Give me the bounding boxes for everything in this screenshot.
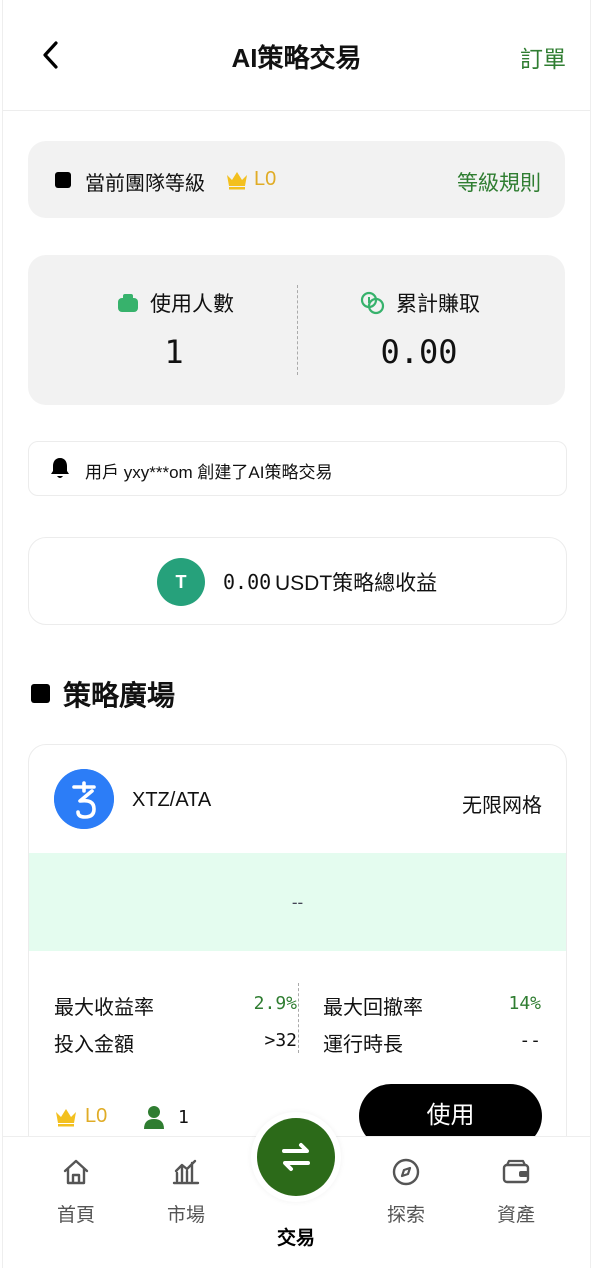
trade-fab-circle — [257, 1118, 335, 1196]
max-drawdown-label: 最大回撤率 — [323, 997, 423, 1019]
coins-icon — [360, 291, 385, 315]
team-level-label: 當前團隊等級 — [85, 173, 205, 195]
stats-card: 使用人數 1 累計賺取 0.00 — [28, 255, 565, 405]
page: AI策略交易 訂單 當前團隊等級 L0 等級規則 使用人數 1 累計賺取 0.0… — [2, 0, 591, 1269]
activity-notice: 用戶 yxy***om 創建了AI策略交易 — [28, 441, 567, 496]
earned-label: 累計賺取 — [396, 293, 480, 316]
investment-label: 投入金額 — [54, 1034, 134, 1056]
team-level-card: 當前團隊等級 L0 等級規則 — [28, 141, 565, 218]
strategy-chart-area: -- — [29, 853, 566, 951]
total-profit-card: T 0.00 USDT策略總收益 — [28, 537, 567, 625]
strategy-type: 无限网格 — [462, 795, 542, 817]
user-count-icon — [118, 294, 138, 312]
users-label: 使用人數 — [150, 293, 234, 316]
swap-icon — [282, 1143, 310, 1171]
strategy-user-count: 1 — [178, 1107, 189, 1128]
wallet-icon — [502, 1159, 530, 1184]
users-value: 1 — [164, 333, 184, 371]
nav-label-trade: 交易 — [276, 1228, 315, 1249]
nav-item-trade[interactable]: 交易 — [251, 1112, 341, 1250]
total-profit-amount: 0.00 — [223, 570, 272, 594]
max-drawdown-value: 14% — [508, 993, 541, 1014]
bottom-nav: 首頁 市場 交易 探索 資產 — [3, 1112, 590, 1269]
investment-value: >32 — [264, 1030, 297, 1051]
top-bar: AI策略交易 訂單 — [3, 0, 590, 111]
max-return-value: 2.9% — [253, 993, 297, 1014]
usdt-coin-icon: T — [157, 558, 205, 606]
team-level-value: L0 — [254, 168, 277, 190]
level-rules-link[interactable]: 等級規則 — [457, 167, 541, 197]
total-profit-label: USDT策略總收益 — [275, 572, 438, 595]
crown-icon — [56, 1109, 76, 1127]
compass-icon — [392, 1158, 420, 1186]
earned-value: 0.00 — [380, 333, 458, 371]
stats-divider — [297, 285, 298, 375]
chart-placeholder: -- — [291, 893, 304, 912]
earned-header: 累計賺取 — [360, 288, 480, 318]
orders-link[interactable]: 訂單 — [520, 40, 566, 74]
metrics-divider — [298, 983, 299, 1053]
bell-icon — [51, 458, 69, 478]
runtime-label: 運行時長 — [323, 1034, 403, 1056]
tezos-coin-icon — [54, 769, 114, 829]
nav-item-assets[interactable]: 資產 — [471, 1157, 561, 1227]
market-chart-icon — [172, 1159, 200, 1185]
trading-pair: XTZ/ATA — [132, 789, 212, 811]
users-header: 使用人數 — [116, 288, 234, 318]
page-title: AI策略交易 — [231, 43, 362, 73]
nav-label-explore: 探索 — [386, 1205, 425, 1226]
nav-label-assets: 資產 — [496, 1205, 535, 1226]
nav-item-explore[interactable]: 探索 — [361, 1157, 451, 1227]
square-bullet-icon — [55, 172, 71, 188]
nav-label-home: 首頁 — [56, 1205, 95, 1226]
strategy-level: L0 — [85, 1105, 108, 1127]
nav-item-home[interactable]: 首頁 — [31, 1157, 121, 1227]
trade-fab[interactable] — [251, 1112, 341, 1202]
nav-label-market: 市場 — [166, 1205, 205, 1226]
notice-text: 用戶 yxy***om 創建了AI策略交易 — [85, 463, 333, 482]
runtime-value: -- — [519, 1030, 541, 1051]
section-bullet-icon — [31, 684, 50, 703]
user-icon — [144, 1106, 164, 1129]
crown-icon — [227, 172, 247, 190]
home-icon — [63, 1159, 89, 1185]
section-title: 策略廣場 — [63, 680, 176, 711]
max-return-label: 最大收益率 — [54, 997, 154, 1019]
nav-item-market[interactable]: 市場 — [141, 1157, 231, 1227]
